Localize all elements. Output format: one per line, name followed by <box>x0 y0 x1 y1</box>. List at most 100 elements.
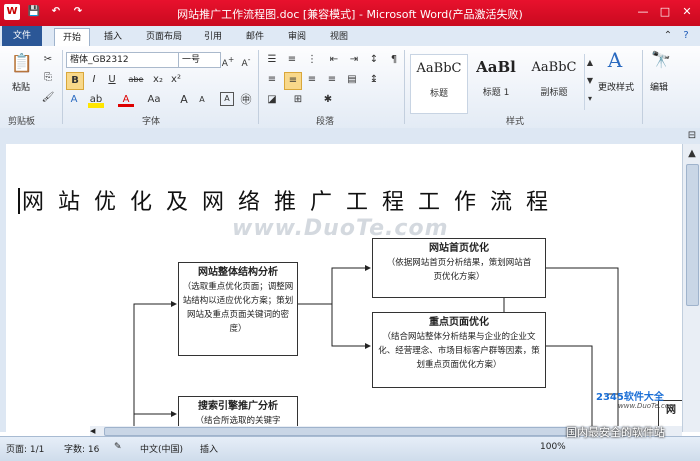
character-border-icon[interactable]: A <box>220 92 234 106</box>
flow-box-heading: 网站首页优化 <box>429 243 489 254</box>
copy-icon[interactable]: ⎘ <box>40 70 56 86</box>
scroll-thumb[interactable] <box>686 164 699 306</box>
grow-font-button[interactable]: A <box>176 92 192 108</box>
insert-mode[interactable]: 插入 <box>200 442 218 455</box>
text-effects-icon[interactable]: A <box>66 92 82 108</box>
style-name: 标题 1 <box>482 88 510 98</box>
clipboard-group-label: 剪贴板 <box>8 117 36 127</box>
ruler-toggle-icon[interactable]: ⊟ <box>684 128 700 144</box>
change-styles-label[interactable]: 更改样式 <box>598 80 634 93</box>
zoom-level[interactable]: 100% <box>540 442 566 452</box>
scroll-up-icon[interactable]: ▲ <box>684 146 700 162</box>
style-preview: AaBbC <box>531 60 577 75</box>
ribbon-tab-bar: 文件 开始 插入 页面布局 引用 邮件 审阅 视图 ⌃ ? <box>0 26 700 47</box>
multilevel-list-icon[interactable]: ⋮ <box>304 52 320 68</box>
page-count[interactable]: 页面: 1/1 <box>6 442 44 455</box>
tab-page-layout[interactable]: 页面布局 <box>138 28 190 46</box>
ribbon-collapse-icon[interactable]: ⌃ <box>660 28 676 44</box>
format-painter-icon[interactable]: 🖌 <box>40 90 56 106</box>
group-separator <box>404 50 405 124</box>
tab-insert[interactable]: 插入 <box>96 28 130 46</box>
tab-file[interactable]: 文件 <box>2 26 42 46</box>
font-group-label: 字体 <box>142 117 161 127</box>
flow-box-heading: 搜索引擎推广分析 <box>198 401 278 412</box>
paragraph-group-label: 段落 <box>316 117 335 127</box>
tab-home[interactable]: 开始 <box>54 28 91 47</box>
find-icon[interactable]: 🔭 <box>650 52 672 74</box>
cut-icon[interactable]: ✂ <box>40 52 56 68</box>
show-marks-icon[interactable]: ¶ <box>386 52 402 68</box>
subscript-button[interactable]: x₂ <box>150 72 166 88</box>
line-spacing-icon[interactable]: ↨ <box>366 72 382 88</box>
change-case-icon[interactable]: Aa <box>144 92 164 108</box>
font-name-combo[interactable]: 楷体_GB2312 <box>66 52 179 68</box>
logo-brand: 2345软件大全 <box>596 392 664 403</box>
minimize-button[interactable]: — <box>632 4 654 20</box>
styles-group-label: 样式 <box>506 117 525 127</box>
increase-indent-icon[interactable]: ⇥ <box>346 52 362 68</box>
paste-icon[interactable]: 📋 <box>10 52 34 76</box>
site-logo: 2345软件大全 www.DuoTe.com 国内最安全的软件站 <box>560 384 700 442</box>
strikethrough-button[interactable]: abe <box>126 72 146 88</box>
shading-icon[interactable]: ◪ <box>264 92 280 108</box>
title-bar: W 💾 ↶ ↷ 网站推广工作流程图.doc [兼容模式] - Microsoft… <box>0 0 700 26</box>
group-separator <box>62 50 63 124</box>
scroll-left-icon[interactable]: ◀ <box>90 427 98 435</box>
align-right-icon[interactable]: ≡ <box>304 72 320 88</box>
style-preview: AaBbC <box>416 61 462 76</box>
ruler-area: ⊟ <box>0 128 700 145</box>
asian-layout-icon[interactable]: ✱ <box>320 92 336 108</box>
tab-references[interactable]: 引用 <box>196 28 230 46</box>
ribbon: 📋 粘贴 ✂ ⎘ 🖌 剪贴板 楷体_GB2312 一号 A+ A- B I U … <box>0 46 700 129</box>
logo-url: www.DuoTe.com <box>618 402 676 410</box>
flow-box-heading: 网站整体结构分析 <box>198 267 278 278</box>
flow-box-homepage-optimization[interactable]: 网站首页优化 （依据网站首页分析结果，策划网站首页优化方案） <box>372 238 546 298</box>
style-preview: AaBl <box>476 58 516 76</box>
style-heading-1[interactable]: AaBl 标题 1 <box>468 54 524 112</box>
font-size-combo[interactable]: 一号 <box>178 52 221 68</box>
phonetic-guide-icon[interactable]: ㊥ <box>238 92 254 108</box>
logo-slogan: 国内最安全的软件站 <box>566 426 665 439</box>
distributed-icon[interactable]: ▤ <box>344 72 360 88</box>
bold-button[interactable]: B <box>66 72 84 90</box>
paste-label[interactable]: 粘贴 <box>12 80 30 93</box>
group-separator <box>642 50 643 124</box>
flow-box-body: （依据网站首页分析结果，策划网站首页优化方案） <box>386 258 532 282</box>
shrink-font-icon[interactable]: A- <box>238 52 254 69</box>
style-title[interactable]: AaBbC 标题 <box>410 54 468 114</box>
align-center-icon[interactable]: ≡ <box>284 72 302 90</box>
italic-button[interactable]: I <box>86 72 102 88</box>
style-subtitle[interactable]: AaBbC 副标题 <box>526 54 582 112</box>
align-left-icon[interactable]: ≡ <box>264 72 280 88</box>
justify-icon[interactable]: ≡ <box>324 72 340 88</box>
sort-icon[interactable]: ↕ <box>366 52 382 68</box>
font-color-icon[interactable]: A <box>118 92 134 107</box>
close-button[interactable]: ✕ <box>676 4 698 20</box>
grow-font-icon[interactable]: A+ <box>220 52 236 69</box>
maximize-button[interactable]: □ <box>654 4 676 20</box>
word-count[interactable]: 字数: 16 <box>64 442 99 455</box>
flow-box-body: （选取重点优化页面；调整网站结构以适应优化方案；策划网站及重点页面关键词的密度） <box>182 282 294 334</box>
borders-icon[interactable]: ⊞ <box>290 92 306 108</box>
flow-box-structure-analysis[interactable]: 网站整体结构分析 （选取重点优化页面；调整网站结构以适应优化方案；策划网站及重点… <box>178 262 298 356</box>
superscript-button[interactable]: x² <box>168 72 184 88</box>
tab-view[interactable]: 视图 <box>322 28 356 46</box>
underline-button[interactable]: U <box>104 72 120 88</box>
help-icon[interactable]: ? <box>678 28 694 44</box>
proofing-icon[interactable]: ✎ <box>114 442 122 452</box>
shrink-font-button[interactable]: A <box>194 92 210 108</box>
bullets-icon[interactable]: ☰ <box>264 52 280 68</box>
group-separator <box>258 50 259 124</box>
highlight-icon[interactable]: ab <box>88 92 104 108</box>
editing-label[interactable]: 编辑 <box>650 80 668 93</box>
flow-box-key-page-optimization[interactable]: 重点页面优化 （结合网站整体分析结果与企业的企业文化、经营理念、市场目标客户群等… <box>372 312 546 388</box>
styles-scroll-icon[interactable]: ▲ ▼ ▾ <box>584 54 595 110</box>
numbering-icon[interactable]: ≡ <box>284 52 300 68</box>
decrease-indent-icon[interactable]: ⇤ <box>326 52 342 68</box>
language-indicator[interactable]: 中文(中国) <box>140 442 183 455</box>
hscroll-thumb[interactable] <box>104 427 576 436</box>
change-styles-icon[interactable]: A <box>604 50 626 76</box>
style-name: 标题 <box>429 89 448 99</box>
tab-review[interactable]: 审阅 <box>280 28 314 46</box>
tab-mailings[interactable]: 邮件 <box>238 28 272 46</box>
